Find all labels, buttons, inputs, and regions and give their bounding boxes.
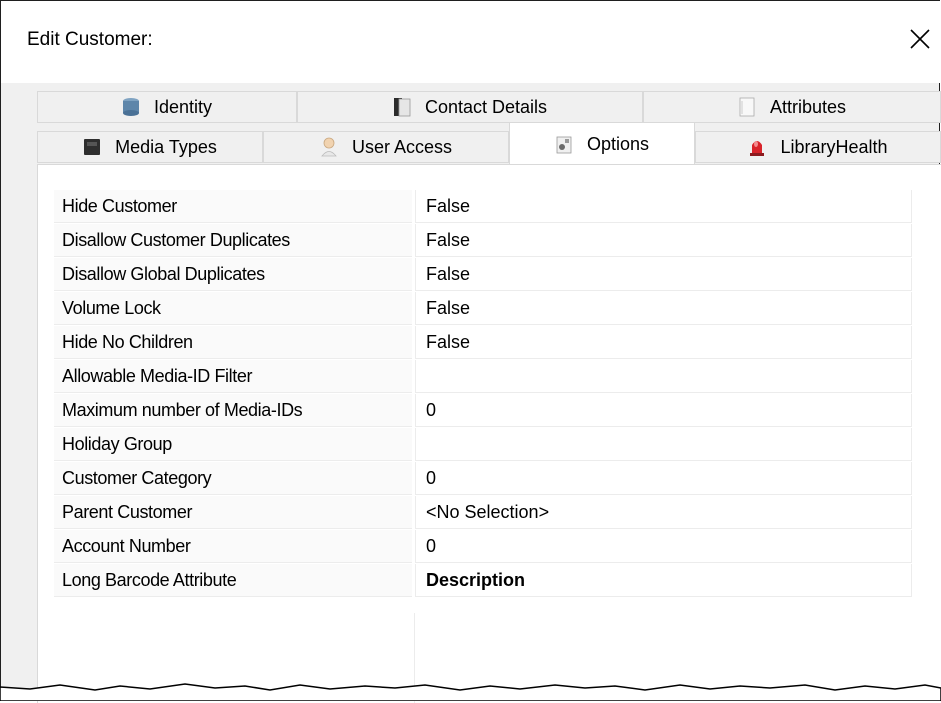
property-row[interactable]: Long Barcode Attribute Description — [54, 564, 912, 598]
property-row[interactable]: Holiday Group — [54, 428, 912, 462]
property-name: Maximum number of Media-IDs — [54, 394, 412, 427]
property-value[interactable]: 0 — [415, 462, 912, 495]
tab-user-access[interactable]: User Access — [263, 131, 509, 163]
contact-details-icon — [393, 98, 411, 117]
property-value[interactable]: 0 — [415, 530, 912, 563]
property-row[interactable]: Allowable Media-ID Filter — [54, 360, 912, 394]
property-value[interactable] — [415, 428, 912, 461]
property-value[interactable]: <No Selection> — [415, 496, 912, 529]
property-name: Hide No Children — [54, 326, 412, 359]
property-name: Long Barcode Attribute — [54, 564, 412, 597]
property-value[interactable]: Description — [415, 564, 912, 597]
options-icon — [556, 136, 572, 153]
property-name: Disallow Customer Duplicates — [54, 224, 412, 257]
tab-label: Options — [586, 134, 650, 154]
property-row[interactable]: Account Number 0 — [54, 530, 912, 564]
tab-label: Attributes — [769, 96, 847, 117]
property-name: Parent Customer — [54, 496, 412, 529]
title-bar: Edit Customer: — [1, 1, 940, 83]
library-health-icon — [750, 141, 765, 156]
property-grid: Hide Customer False Disallow Customer Du… — [54, 190, 912, 598]
property-value[interactable]: False — [415, 190, 912, 223]
torn-edge — [0, 683, 941, 701]
property-name: Hide Customer — [54, 190, 412, 223]
attributes-icon — [739, 97, 755, 117]
options-panel: Hide Customer False Disallow Customer Du… — [37, 164, 941, 703]
property-value[interactable]: False — [415, 292, 912, 325]
tab-options[interactable]: Options — [509, 122, 695, 166]
property-row[interactable]: Maximum number of Media-IDs 0 — [54, 394, 912, 428]
tab-label: User Access — [351, 136, 453, 157]
property-value[interactable]: False — [415, 224, 912, 257]
property-name: Volume Lock — [54, 292, 412, 325]
property-name: Holiday Group — [54, 428, 412, 461]
tab-library-health[interactable]: LibraryHealth — [695, 131, 941, 163]
property-value[interactable]: False — [415, 326, 912, 359]
property-value[interactable]: 0 — [415, 394, 912, 427]
tab-label: LibraryHealth — [780, 136, 888, 157]
property-name: Customer Category — [54, 462, 412, 495]
property-row[interactable]: Disallow Global Duplicates False — [54, 258, 912, 292]
property-row[interactable]: Hide Customer False — [54, 190, 912, 224]
tab-label: Contact Details — [424, 96, 548, 117]
property-row[interactable]: Disallow Customer Duplicates False — [54, 224, 912, 258]
identity-icon — [122, 98, 139, 116]
tab-attributes[interactable]: Attributes — [643, 91, 941, 123]
property-row[interactable]: Volume Lock False — [54, 292, 912, 326]
property-row[interactable]: Parent Customer <No Selection> — [54, 496, 912, 530]
dialog-title: Edit Customer: — [27, 29, 153, 50]
property-value[interactable] — [415, 360, 912, 393]
tab-label: Media Types — [115, 136, 217, 157]
property-row[interactable]: Hide No Children False — [54, 326, 912, 360]
close-button[interactable] — [905, 19, 941, 59]
tab-media-types[interactable]: Media Types — [37, 131, 263, 163]
tab-contact-details[interactable]: Contact Details — [297, 91, 643, 123]
close-icon — [910, 29, 930, 49]
property-name: Disallow Global Duplicates — [54, 258, 412, 291]
edit-customer-dialog: Edit Customer: Identity Contact Details … — [0, 0, 941, 703]
property-value[interactable]: False — [415, 258, 912, 291]
property-name: Account Number — [54, 530, 412, 563]
tab-identity[interactable]: Identity — [37, 91, 297, 123]
tab-label: Identity — [153, 96, 213, 117]
user-access-icon — [321, 137, 337, 157]
property-name: Allowable Media-ID Filter — [54, 360, 412, 393]
property-row[interactable]: Customer Category 0 — [54, 462, 912, 496]
media-types-icon — [84, 139, 101, 155]
